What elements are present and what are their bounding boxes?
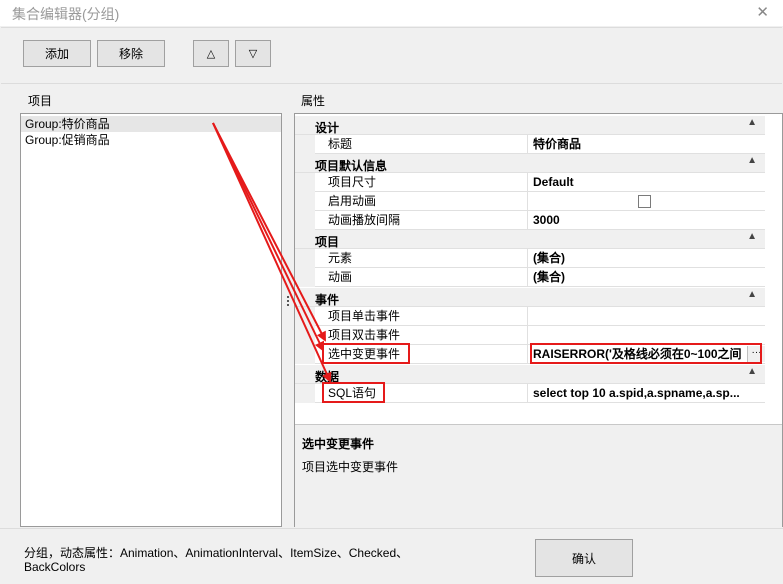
items-listbox[interactable]: Group:特价商品 Group:促销商品 [20,113,282,527]
category-events[interactable]: 事件 ▲ [295,288,765,307]
remove-button[interactable]: 移除 [97,40,165,67]
property-row-sql-statement[interactable]: SQL语句 select top 10 a.spid,a.spname,a.sp… [295,384,765,403]
property-name: 选中变更事件 [315,345,528,364]
add-button[interactable]: 添加 [23,40,91,67]
row-gutter [295,135,315,154]
row-gutter [295,326,315,345]
close-icon[interactable]: ✕ [756,3,769,21]
property-row-item-click-event[interactable]: 项目单击事件 [295,307,765,326]
category-label: 项目默认信息 [315,159,388,173]
row-gutter [295,211,315,230]
collapse-icon[interactable]: ▲ [747,366,757,377]
property-row-enable-animation[interactable]: 启用动画 [295,192,765,211]
property-row-animations[interactable]: 动画 (集合) [295,268,765,287]
description-title: 选中变更事件 [302,437,375,451]
property-value[interactable] [528,326,765,345]
property-row-item-size[interactable]: 项目尺寸 Default [295,173,765,192]
property-row-title[interactable]: 标题 特价商品 [295,135,765,154]
category-data[interactable]: 数据 ▲ [295,365,765,384]
property-name: SQL语句 [315,384,528,403]
property-row-animation-interval[interactable]: 动画播放间隔 3000 [295,211,765,230]
property-value[interactable]: select top 10 a.spid,a.spname,a.sp... [528,384,765,403]
row-gutter [295,268,315,287]
triangle-down-icon: ▽ [248,48,258,60]
window-title: 集合编辑器(分组) [12,6,120,22]
category-label: 项目 [315,235,340,249]
category-item-defaults[interactable]: 项目默认信息 ▲ [295,154,765,173]
move-up-button[interactable]: △ [193,40,229,67]
collapse-icon[interactable]: ▲ [747,231,757,242]
row-gutter [295,173,315,192]
properties-label: 属性 [301,94,326,108]
collapse-icon[interactable]: ▲ [747,117,757,128]
list-item-promotion[interactable]: Group:促销商品 [21,132,281,148]
property-value[interactable]: Default [528,173,765,192]
property-description-pane: 选中变更事件 项目选中变更事件 [295,424,782,527]
property-value[interactable] [528,192,765,211]
property-row-selection-changed-event[interactable]: 选中变更事件 RAISERROR('及格线必须在0~100之间 ··· [295,345,765,364]
category-design[interactable]: 设计 ▲ [295,116,765,135]
list-item-special-offer[interactable]: Group:特价商品 [21,116,281,132]
footer-info-text: 分组，动态属性：Animation、AnimationInterval、Item… [24,546,409,574]
property-value[interactable]: 特价商品 [528,135,765,154]
description-text: 项目选中变更事件 [302,460,399,474]
row-gutter [295,192,315,211]
property-value[interactable]: 3000 [528,211,765,230]
property-value[interactable]: (集合) [528,268,765,287]
row-gutter [295,384,315,403]
splitter-grip[interactable] [287,296,289,306]
property-name: 项目双击事件 [315,326,528,345]
property-name: 项目单击事件 [315,307,528,326]
enable-animation-checkbox[interactable] [638,195,651,208]
ellipsis-button[interactable]: ··· [747,346,765,362]
items-label: 项目 [28,94,53,108]
property-row-elements[interactable]: 元素 (集合) [295,249,765,268]
property-name: 项目尺寸 [315,173,528,192]
collapse-icon[interactable]: ▲ [747,289,757,300]
category-label: 事件 [315,293,340,307]
property-name: 元素 [315,249,528,268]
grid-scroll-gutter [765,114,782,404]
property-name: 标题 [315,135,528,154]
row-gutter [295,307,315,326]
property-grid[interactable]: 设计 ▲ 标题 特价商品 项目默认信息 ▲ 项目尺寸 Default 启用动画 [294,113,783,527]
toolbar: 添加 移除 △ ▽ [1,27,782,84]
category-items[interactable]: 项目 ▲ [295,230,765,249]
property-value[interactable]: RAISERROR('及格线必须在0~100之间 ··· [528,345,765,364]
property-value[interactable]: (集合) [528,249,765,268]
triangle-up-icon: △ [206,48,216,60]
property-name: 动画 [315,268,528,287]
property-name: 动画播放间隔 [315,211,528,230]
category-label: 设计 [315,121,340,135]
property-grid-rows: 设计 ▲ 标题 特价商品 项目默认信息 ▲ 项目尺寸 Default 启用动画 [295,114,782,404]
row-gutter [295,249,315,268]
footer: 分组，动态属性：Animation、AnimationInterval、Item… [0,528,783,584]
row-gutter [295,345,315,364]
category-label: 数据 [315,370,340,384]
property-value[interactable] [528,307,765,326]
collapse-icon[interactable]: ▲ [747,155,757,166]
property-row-item-double-click-event[interactable]: 项目双击事件 [295,326,765,345]
property-name: 启用动画 [315,192,528,211]
property-value-text: RAISERROR('及格线必须在0~100之间 [533,347,742,361]
move-down-button[interactable]: ▽ [235,40,271,67]
confirm-button[interactable]: 确认 [535,539,633,577]
title-bar: 集合编辑器(分组) ✕ [0,0,783,26]
